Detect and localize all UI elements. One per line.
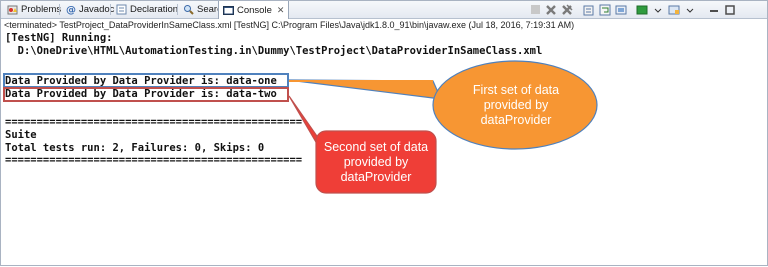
callout-pointer-first — [287, 79, 442, 100]
callout-second-text: Second set of data provided by dataProvi… — [323, 139, 429, 184]
console-view: Problems @ Javadoc Declaration Search Co… — [0, 0, 768, 266]
callout-first-text: First set of data provided by dataProvid… — [472, 82, 560, 127]
